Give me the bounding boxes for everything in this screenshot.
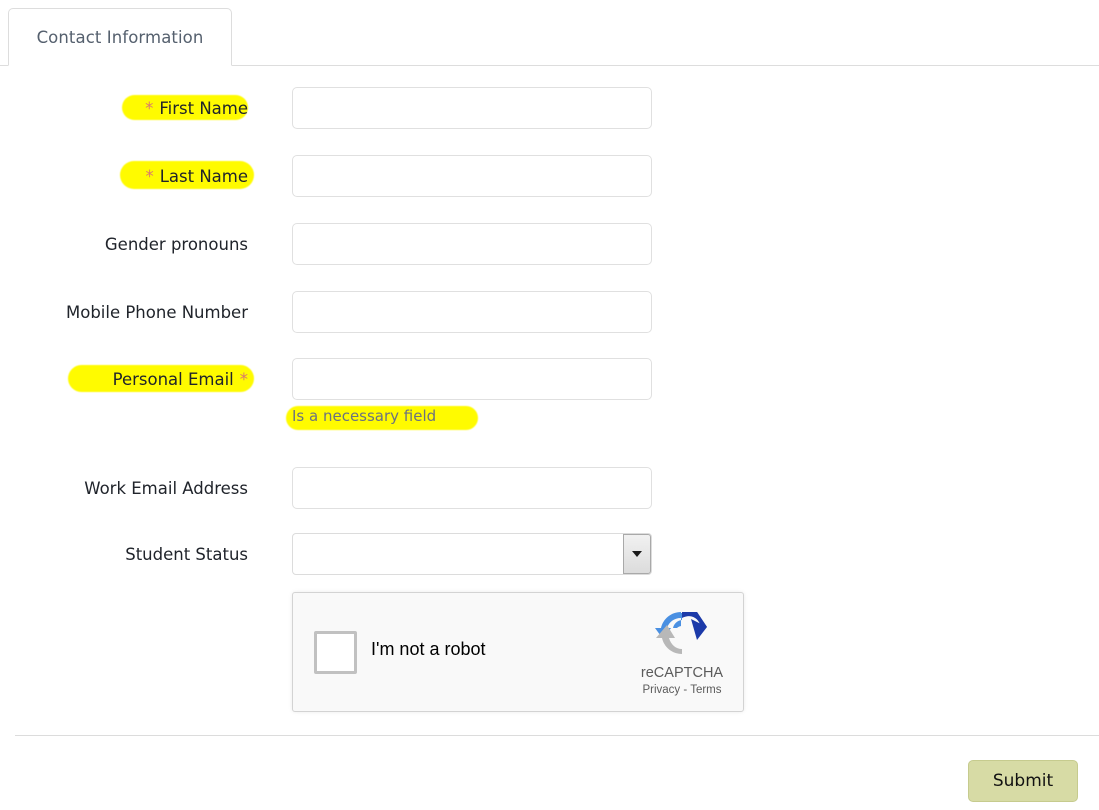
label-text: Work Email Address	[84, 478, 248, 498]
label-text: Gender pronouns	[104, 234, 248, 254]
form-row-personal-email: Personal Email *	[0, 356, 1099, 402]
label-gender-pronouns: Gender pronouns	[0, 221, 248, 267]
submit-button[interactable]: Submit	[968, 760, 1078, 802]
form-row-mobile-phone-number: Mobile Phone Number	[0, 289, 1099, 335]
required-asterisk: *	[239, 369, 248, 389]
label-work-email-address: Work Email Address	[0, 465, 248, 511]
helper-text-personal-email: Is a necessary field	[292, 407, 437, 425]
label-text: Student Status	[125, 544, 248, 564]
recaptcha-brand-label: reCAPTCHA	[640, 665, 724, 681]
chevron-down-icon[interactable]	[623, 534, 651, 574]
form-row-student-status: Student Status	[0, 531, 1099, 577]
label-student-status: Student Status	[0, 531, 248, 577]
input-work-email-address[interactable]	[292, 467, 652, 509]
required-asterisk: *	[145, 98, 154, 118]
tab-label: Contact Information	[36, 27, 204, 47]
recaptcha-checkbox[interactable]	[314, 631, 357, 674]
form-row-last-name: * Last Name	[0, 153, 1099, 199]
form-row-work-email-address: Work Email Address	[0, 465, 1099, 511]
label-text: Personal Email	[112, 369, 234, 389]
label-mobile-phone-number: Mobile Phone Number	[0, 289, 248, 335]
label-last-name: * Last Name	[0, 153, 254, 199]
input-last-name[interactable]	[292, 155, 652, 197]
form-area: * First Name * Last Name Gender pronouns	[0, 66, 1099, 735]
input-first-name[interactable]	[292, 87, 652, 129]
footer-divider	[15, 735, 1099, 736]
form-row-gender-pronouns: Gender pronouns	[0, 221, 1099, 267]
select-student-status[interactable]	[292, 533, 652, 575]
contact-information-form-page: Contact Information * First Name * Last …	[0, 0, 1099, 810]
recaptcha-widget[interactable]: I'm not a robot reCAPTCHA Privacy - Term…	[292, 592, 744, 712]
label-text: First Name	[159, 98, 248, 118]
label-first-name: * First Name	[0, 85, 248, 131]
label-personal-email: Personal Email *	[0, 356, 254, 402]
tab-strip: Contact Information	[0, 0, 1099, 66]
required-asterisk: *	[145, 166, 154, 186]
recaptcha-logo-icon	[651, 607, 713, 659]
recaptcha-legal-links[interactable]: Privacy - Terms	[619, 684, 745, 696]
label-text: Mobile Phone Number	[65, 302, 248, 322]
input-mobile-phone-number[interactable]	[292, 291, 652, 333]
label-text: Last Name	[159, 166, 248, 186]
input-gender-pronouns[interactable]	[292, 223, 652, 265]
form-row-first-name: * First Name	[0, 85, 1099, 131]
recaptcha-checkbox-label: I'm not a robot	[371, 639, 486, 659]
input-personal-email[interactable]	[292, 358, 652, 400]
tab-contact-information[interactable]: Contact Information	[8, 8, 232, 66]
chevron-down-glyph	[632, 551, 642, 557]
